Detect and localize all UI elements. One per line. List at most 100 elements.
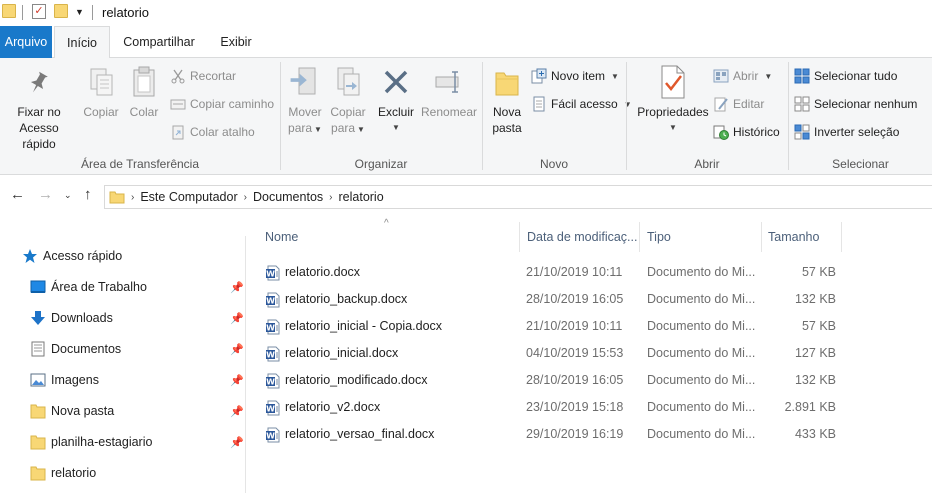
copy-path-icon (170, 96, 186, 112)
back-arrow-icon[interactable]: ← (10, 186, 25, 203)
customize-toolbar-dropdown-icon[interactable]: ▼ (75, 7, 84, 17)
invert-selection-button[interactable]: Inverter seleção (794, 121, 899, 143)
nav-item-area-de-trabalho[interactable]: Área de Trabalho (30, 274, 147, 300)
pin-icon[interactable]: 📌 (230, 405, 244, 418)
breadcrumb-chevron-icon[interactable]: › (131, 192, 134, 203)
column-divider[interactable] (841, 222, 842, 252)
column-divider[interactable] (639, 222, 640, 252)
table-row[interactable]: Wrelatorio_inicial - Copia.docx 21/10/201… (260, 314, 840, 340)
pin-label-line1: Fixar no (17, 105, 61, 119)
pin-icon[interactable]: 📌 (230, 374, 244, 387)
file-size: 132 KB (794, 373, 836, 387)
paste-shortcut-button[interactable]: Colar atalho (170, 121, 255, 143)
nav-item-downloads[interactable]: Downloads (30, 305, 113, 331)
table-row[interactable]: Wrelatorio_modificado.docx 28/10/2019 16:… (260, 368, 840, 394)
invert-selection-icon (794, 124, 810, 140)
open-button[interactable]: Abrir ▼ (713, 65, 772, 87)
column-divider[interactable] (519, 222, 520, 252)
copy-button[interactable]: Copiar (80, 64, 122, 120)
nav-item-imagens[interactable]: Imagens (30, 367, 99, 393)
breadcrumb-documentos[interactable]: Documentos (253, 190, 323, 204)
clipboard-group-label: Área de Transferência (80, 157, 200, 171)
paste-button[interactable]: Colar (124, 64, 164, 120)
easy-access-button[interactable]: Fácil acesso ▼ (531, 93, 632, 115)
column-header-name[interactable]: Nome (265, 230, 298, 250)
tab-exibir[interactable]: Exibir (212, 26, 260, 58)
paste-icon (126, 64, 162, 100)
edit-label: Editar (733, 97, 765, 111)
word-document-icon: W (265, 427, 281, 443)
paste-label: Colar (129, 105, 159, 119)
move-to-label-text: para (288, 121, 313, 135)
pin-quick-access-button[interactable]: Fixar no Acesso rápido (4, 64, 74, 152)
tab-compartilhar[interactable]: Compartilhar (114, 26, 204, 58)
table-row[interactable]: Wrelatorio_versao_final.docx 29/10/2019 1… (260, 422, 840, 448)
nav-item-documentos[interactable]: Documentos (30, 336, 121, 362)
copy-path-button[interactable]: Copiar caminho (170, 93, 274, 115)
breadcrumb-este-computador[interactable]: Este Computador (140, 190, 237, 204)
file-size: 433 KB (794, 427, 836, 441)
move-to-button[interactable]: Mover para ▼ (285, 64, 325, 138)
properties-button[interactable]: Propriedades ▼ (633, 64, 713, 136)
file-date: 29/10/2019 16:19 (526, 427, 624, 441)
pin-icon[interactable]: 📌 (230, 436, 244, 449)
divider (22, 5, 23, 20)
cut-button[interactable]: Recortar (170, 65, 236, 87)
file-size: 127 KB (794, 346, 836, 360)
pin-icon[interactable]: 📌 (230, 281, 244, 294)
word-document-icon: W (265, 292, 281, 308)
column-divider[interactable] (761, 222, 762, 252)
file-date: 04/10/2019 15:53 (526, 346, 624, 360)
paste-shortcut-label: Colar atalho (190, 125, 255, 139)
svg-text:W: W (266, 405, 275, 414)
breadcrumb-relatorio[interactable]: relatorio (339, 190, 384, 204)
forward-arrow-icon[interactable]: → (38, 186, 53, 203)
delete-x-icon (378, 64, 414, 100)
file-type: Documento do Mi... (647, 346, 756, 360)
file-size: 2.891 KB (784, 400, 836, 414)
new-folder-icon[interactable] (54, 4, 68, 18)
folder-icon (2, 4, 16, 18)
history-label: Histórico (733, 125, 780, 139)
rename-button[interactable]: Renomear (421, 64, 477, 120)
folder-icon (30, 403, 46, 419)
copy-icon (83, 64, 119, 100)
address-bar[interactable]: › Este Computador › Documentos › relator… (104, 185, 932, 209)
table-row[interactable]: Wrelatorio_inicial.docx 04/10/2019 15:53 D… (260, 341, 840, 367)
table-row[interactable]: Wrelatorio_backup.docx 28/10/2019 16:05 Do… (260, 287, 840, 313)
rename-icon (431, 64, 467, 100)
nav-item-nova-pasta[interactable]: Nova pasta (30, 398, 114, 424)
nav-quick-access[interactable]: Acesso rápido (22, 243, 122, 269)
svg-text:W: W (266, 324, 275, 333)
breadcrumb-chevron-icon[interactable]: › (244, 192, 247, 203)
pin-icon[interactable]: 📌 (230, 343, 244, 356)
table-row[interactable]: Wrelatorio_v2.docx 23/10/2019 15:18 Docume… (260, 395, 840, 421)
tab-arquivo[interactable]: Arquivo (0, 26, 52, 58)
history-button[interactable]: Histórico (713, 121, 780, 143)
clipboard-group: Fixar no Acesso rápido Copiar Colar Reco… (0, 58, 280, 175)
edit-button[interactable]: Editar (713, 93, 764, 115)
breadcrumb-chevron-icon[interactable]: › (329, 192, 332, 203)
recent-locations-chevron-icon[interactable]: ⌄ (64, 190, 72, 201)
tab-inicio[interactable]: Início (54, 26, 110, 59)
column-header-date[interactable]: Data de modificaç... (527, 230, 637, 250)
new-folder-button[interactable]: Nova pasta (487, 64, 527, 136)
pin-icon[interactable]: 📌 (230, 312, 244, 325)
nav-item-relatorio[interactable]: relatorio (30, 460, 96, 486)
select-all-button[interactable]: Selecionar tudo (794, 65, 897, 87)
select-none-button[interactable]: Selecionar nenhum (794, 93, 917, 115)
table-row[interactable]: Wrelatorio.docx 21/10/2019 10:11 Documento… (260, 260, 840, 286)
column-header-type[interactable]: Tipo (647, 230, 671, 250)
properties-check-icon[interactable]: ✓ (32, 4, 46, 19)
nav-item-planilha-estagiario[interactable]: planilha-estagiario (30, 429, 152, 455)
dropdown-caret-icon: ▼ (314, 125, 322, 134)
file-name: relatorio_versao_final.docx (285, 427, 435, 441)
file-type: Documento do Mi... (647, 373, 756, 387)
new-item-button[interactable]: Novo item ▼ (531, 65, 619, 87)
new-item-icon (531, 68, 547, 84)
delete-button[interactable]: Excluir ▼ (375, 64, 417, 136)
column-header-size[interactable]: Tamanho (768, 230, 819, 250)
up-arrow-icon[interactable]: ↑ (84, 186, 92, 203)
sort-ascending-icon: ^ (384, 218, 389, 229)
copy-to-button[interactable]: Copiar para ▼ (327, 64, 369, 138)
